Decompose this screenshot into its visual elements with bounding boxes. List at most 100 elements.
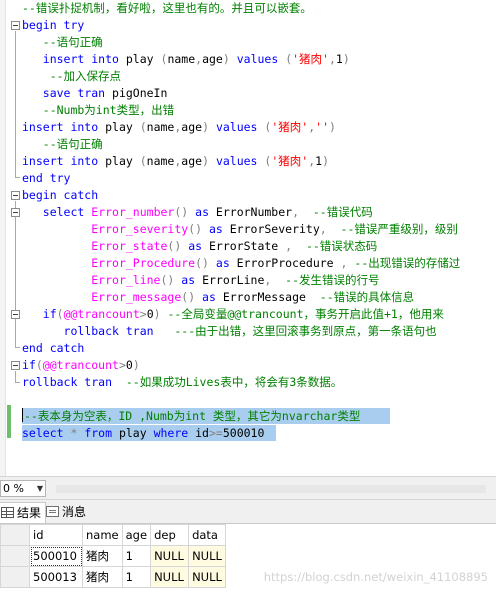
code-line[interactable]: rollback tran ---由于出错，这里回滚事务到原点，第一条语句也 <box>22 323 437 340</box>
column-header-age[interactable]: age <box>121 524 152 546</box>
code-token: select <box>42 205 85 219</box>
code-token: ) <box>202 154 210 168</box>
code-line[interactable]: select * from play where id>=500010 <box>22 425 264 442</box>
code-token: ) <box>202 120 210 134</box>
code-line[interactable]: Error_state() as ErrorState , --错误状态码 <box>22 238 377 255</box>
code-token: ) <box>222 52 230 66</box>
code-token: save tran <box>42 86 106 100</box>
code-token: '猪肉' <box>292 52 329 66</box>
table-row[interactable]: 500010 猪肉 1 NULL NULL <box>0 545 227 567</box>
row-number[interactable] <box>0 566 30 588</box>
row-number[interactable] <box>0 545 30 567</box>
code-line[interactable]: rollback tran --如果成功Lives表中，将会有3条数据。 <box>22 374 342 391</box>
horizontal-scrollbar[interactable] <box>56 485 486 493</box>
column-header-name[interactable]: name <box>82 524 123 546</box>
code-line[interactable]: insert into play (name,age) values ('猪肉'… <box>22 153 329 170</box>
table-cell[interactable]: 500013 <box>29 566 83 588</box>
collapse-begin-catch-icon[interactable] <box>11 191 20 200</box>
code-line[interactable]: insert into play (name,age) values ('猪肉'… <box>22 51 350 68</box>
code-token: insert into <box>42 52 119 66</box>
zoom-dropdown[interactable]: 0 % ▼ <box>0 480 46 497</box>
table-cell[interactable]: NULL <box>150 566 190 588</box>
code-token: --全局变量@@trancount，事务开启此值+1，他用来 <box>160 307 444 321</box>
table-cell[interactable]: NULL <box>188 566 227 588</box>
table-row[interactable]: 500013 猪肉 1 NULL NULL <box>0 566 227 588</box>
table-cell[interactable]: NULL <box>188 545 227 567</box>
column-header-data[interactable]: data <box>188 524 227 546</box>
code-line[interactable]: begin catch <box>22 187 98 204</box>
tab-results[interactable]: 结果 <box>0 502 47 523</box>
results-table[interactable]: id name age dep data 500010 猪肉 1 NULL NU… <box>0 524 227 588</box>
code-line[interactable]: --Numb为int类型，出错 <box>22 102 174 119</box>
text-cursor <box>22 408 23 422</box>
code-token: age <box>181 154 203 168</box>
code-token: 500010 <box>222 426 265 440</box>
table-cell[interactable]: NULL <box>150 545 190 567</box>
code-line[interactable]: --表本身为空表，ID ,Numb为int 类型，其它为nvarchar类型 <box>22 408 360 425</box>
code-line[interactable]: --语句正确 <box>22 136 103 153</box>
code-line[interactable]: if(@@trancount>0) --全局变量@@trancount，事务开启… <box>22 306 444 323</box>
code-line[interactable]: if(@@trancount>0) <box>22 357 140 374</box>
table-cell[interactable]: 猪肉 <box>82 566 123 588</box>
code-token: values <box>209 120 265 134</box>
outline-end-tick <box>15 382 20 383</box>
collapse-begin-try-icon[interactable] <box>11 21 20 30</box>
column-header-dep[interactable]: dep <box>150 524 190 546</box>
code-line[interactable]: Error_line() as ErrorLine, --发生错误的行号 <box>22 272 379 289</box>
code-line[interactable]: Error_message() as ErrorMessage --错误的具体信… <box>22 289 414 306</box>
code-token: as <box>202 222 223 236</box>
code-line[interactable]: Error_Procedure() as ErrorProcedure , --… <box>22 255 460 272</box>
code-token: , <box>328 52 336 66</box>
code-token: Error_severity <box>91 222 189 236</box>
code-line[interactable]: --语句正确 <box>22 34 103 51</box>
row-number-header[interactable] <box>0 524 30 546</box>
code-token: Error_line <box>91 273 161 287</box>
code-token: --语句正确 <box>22 35 103 49</box>
code-token: ErrorNumber <box>209 205 293 219</box>
code-token: , <box>319 222 327 236</box>
code-token: --错误代码 <box>299 205 373 219</box>
tab-messages[interactable]: 消息 <box>44 502 90 523</box>
code-token: name <box>146 154 175 168</box>
code-token: Error_number <box>91 205 175 219</box>
code-token: * <box>63 426 85 440</box>
code-token: end try <box>22 171 71 185</box>
table-cell[interactable]: 猪肉 <box>82 545 123 567</box>
code-line[interactable]: save tran pigOneIn <box>22 85 168 102</box>
code-line[interactable]: Error_severity() as ErrorSeverity, --错误严… <box>22 221 458 238</box>
collapse-if-icon[interactable] <box>11 310 20 319</box>
code-token: if <box>22 358 36 372</box>
code-token: ) <box>322 154 330 168</box>
code-token: --语句正确 <box>22 137 103 151</box>
sql-editor[interactable]: --错误扑捉机制，看好啦，这里也有的。并且可以嵌套。 begin try --语句… <box>0 0 496 476</box>
code-line[interactable]: end catch <box>22 340 84 357</box>
table-cell[interactable]: 500010 <box>29 545 83 567</box>
table-cell[interactable]: 1 <box>121 545 152 567</box>
code-token: ( <box>139 120 147 134</box>
code-token: play <box>98 120 140 134</box>
code-line[interactable]: select Error_number() as ErrorNumber, --… <box>22 204 373 221</box>
collapse-select-icon[interactable] <box>11 208 20 217</box>
code-token: play <box>118 52 161 66</box>
code-line[interactable]: begin try <box>22 17 84 34</box>
code-token: insert into <box>22 120 99 134</box>
code-token: ErrorLine <box>195 273 265 287</box>
code-line[interactable]: end try <box>22 170 70 187</box>
code-line[interactable]: --错误扑捉机制，看好啦，这里也有的。并且可以嵌套。 <box>22 0 312 17</box>
code-line[interactable]: --加入保存点 <box>22 68 121 85</box>
code-line[interactable]: insert into play (name,age) values ('猪肉'… <box>22 119 336 136</box>
column-header-id[interactable]: id <box>29 524 83 546</box>
code-token: as <box>208 256 230 270</box>
table-cell[interactable]: 1 <box>121 566 152 588</box>
code-token: ) <box>132 358 140 372</box>
code-token: Error_Procedure <box>91 256 196 270</box>
table-header-row: id name age dep data <box>0 524 227 546</box>
collapse-if-trancount-icon[interactable] <box>11 361 20 370</box>
code-token: > <box>139 307 147 321</box>
code-token: end catch <box>22 341 85 355</box>
code-token: begin catch <box>22 188 99 202</box>
